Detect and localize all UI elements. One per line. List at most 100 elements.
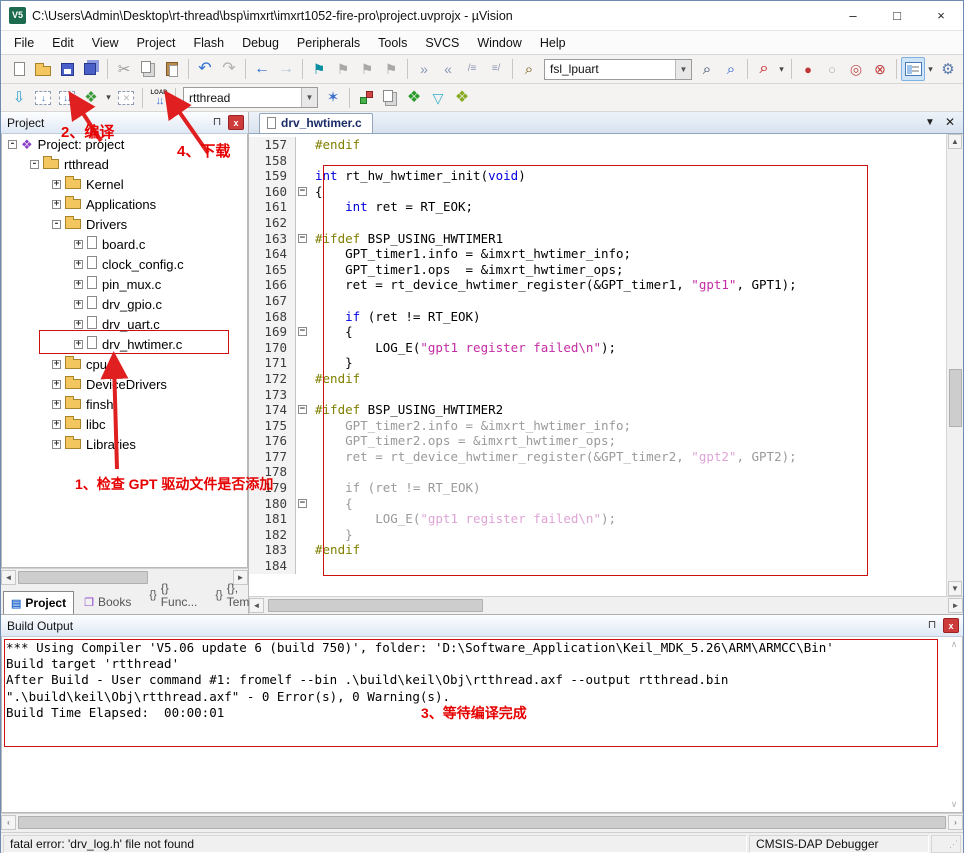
tree-item-pin-mux-c[interactable]: +pin_mux.c [2,274,247,294]
collapse-icon[interactable]: - [52,220,61,229]
find-in-files-button[interactable]: ⌕ [517,57,541,81]
expand-icon[interactable]: + [52,380,61,389]
search-dropdown-caret[interactable]: ▾ [776,57,787,81]
close-button[interactable]: × [919,1,963,31]
pin-icon[interactable]: ⊓ [924,618,940,634]
resize-grip[interactable]: ⋰ [931,835,961,853]
expand-icon[interactable]: + [74,260,83,269]
expand-icon[interactable]: + [74,340,83,349]
breakpoint-kill-all-button[interactable]: ⊗ [868,57,892,81]
fold-collapse-icon[interactable]: − [298,405,307,414]
fold-collapse-icon[interactable]: − [298,499,307,508]
scroll-right-arrow[interactable]: › [948,815,963,830]
tree-item-devicedrivers[interactable]: +DeviceDrivers [2,374,247,394]
menu-peripherals[interactable]: Peripherals [288,33,369,53]
cut-button[interactable]: ✂ [112,57,136,81]
menu-debug[interactable]: Debug [233,33,288,53]
tree-item-board-c[interactable]: +board.c [2,234,247,254]
editor-tab-drv-hwtimer[interactable]: drv_hwtimer.c [259,113,373,133]
scroll-up-arrow[interactable]: ▲ [948,134,962,149]
undo-button[interactable]: ↶ [193,57,217,81]
tree-item-drv-gpio-c[interactable]: +drv_gpio.c [2,294,247,314]
copy-button[interactable] [136,57,160,81]
stop-build-button[interactable]: ✕ [114,86,138,110]
incremental-find-button[interactable]: ⌕ [719,57,743,81]
scroll-left-arrow[interactable]: ‹ [1,815,16,830]
uncomment-button[interactable]: ≡/ [484,57,508,81]
bookmark-next-button[interactable]: ⚑ [331,57,355,81]
tree-item-kernel[interactable]: +Kernel [2,174,247,194]
menu-svcs[interactable]: SVCS [416,33,468,53]
project-hscrollbar[interactable]: ◄ ► [1,568,248,586]
tree-item-libraries[interactable]: +Libraries [2,434,247,454]
fold-collapse-icon[interactable]: − [298,187,307,196]
navigate-back-button[interactable]: ← [250,57,274,81]
expand-icon[interactable]: + [52,360,61,369]
editor-hscrollbar[interactable]: ◄ ► [249,596,963,614]
build-button[interactable]: ↓ [31,86,55,110]
build-output-vscrollbar[interactable]: ∧∨ [947,639,961,810]
manage-rte-button[interactable] [354,86,378,110]
expand-icon[interactable]: + [74,240,83,249]
breakpoint-insert-button[interactable]: ● [796,57,820,81]
breakpoint-disable-all-button[interactable]: ◎ [844,57,868,81]
scroll-down-arrow[interactable]: ▼ [948,581,962,596]
menu-view[interactable]: View [83,33,128,53]
menu-window[interactable]: Window [468,33,530,53]
expand-icon[interactable]: + [74,280,83,289]
editor-close-icon[interactable]: ✕ [945,115,955,129]
panel-tab-project[interactable]: ▤Project [3,591,74,614]
menu-help[interactable]: Help [531,33,575,53]
breakpoint-enable-button[interactable]: ○ [820,57,844,81]
pin-icon[interactable]: ⊓ [209,115,225,131]
expand-icon[interactable]: + [74,320,83,329]
manage-project-items-button[interactable] [378,86,402,110]
open-file-button[interactable] [31,57,55,81]
find-text-button[interactable]: ⌕ [695,57,719,81]
target-combo[interactable]: rtthread▼ [183,87,318,108]
build-output-content[interactable]: *** Using Compiler 'V5.06 update 6 (buil… [1,637,963,813]
window-layout-caret[interactable]: ▾ [925,57,936,81]
chevron-down-icon[interactable]: ▼ [301,88,317,107]
editor-vscrollbar[interactable]: ▲ ▼ [946,134,963,596]
bookmark-prev-button[interactable]: ⚑ [355,57,379,81]
translate-file-button[interactable]: ⇩ [7,86,31,110]
maximize-button[interactable]: □ [875,1,919,31]
build-output-hscrollbar[interactable]: ‹ › [1,813,963,831]
save-all-button[interactable] [79,57,103,81]
expand-icon[interactable]: + [52,440,61,449]
code-editor[interactable]: 157#endif158159int rt_hw_hwtimer_init(vo… [249,134,963,596]
scroll-left-arrow[interactable]: ◄ [249,598,264,613]
batch-build-button[interactable]: ❖ [79,86,103,110]
build-output-close-icon[interactable]: x [943,618,959,633]
collapse-icon[interactable]: - [30,160,39,169]
tree-item-finsh[interactable]: +finsh [2,394,247,414]
indent-button[interactable]: » [412,57,436,81]
search-combo[interactable]: fsl_lpuart▼ [544,59,692,80]
project-tree[interactable]: -❖Project: project-rtthread+Kernel+Appli… [1,134,248,568]
expand-icon[interactable]: + [74,300,83,309]
save-button[interactable] [55,57,79,81]
fold-collapse-icon[interactable]: − [298,234,307,243]
tree-item-cpu[interactable]: +cpu [2,354,247,374]
menu-project[interactable]: Project [128,33,185,53]
scroll-right-arrow[interactable]: ► [948,598,963,613]
bookmark-clear-all-button[interactable]: ⚑ [379,57,403,81]
rebuild-all-button[interactable]: ↓↓ [55,86,79,110]
navigate-forward-button[interactable]: → [274,57,298,81]
tree-item-clock-config-c[interactable]: +clock_config.c [2,254,247,274]
menu-flash[interactable]: Flash [184,33,233,53]
new-file-button[interactable] [7,57,31,81]
tree-item-drv-hwtimer-c[interactable]: +drv_hwtimer.c [2,334,247,354]
expand-icon[interactable]: + [52,400,61,409]
collapse-icon[interactable]: - [8,140,17,149]
search-dropdown-button[interactable]: ⌕ [752,57,776,81]
comment-button[interactable]: /≡ [460,57,484,81]
panel-tab-books[interactable]: ❐Books [76,590,139,614]
file-extensions-funnel-button[interactable]: ▽ [426,86,450,110]
window-layout-button[interactable] [901,57,925,81]
tree-item-libc[interactable]: +libc [2,414,247,434]
expand-icon[interactable]: + [52,200,61,209]
tab-list-caret-icon[interactable]: ▼ [925,117,935,128]
tree-item-drv-uart-c[interactable]: +drv_uart.c [2,314,247,334]
